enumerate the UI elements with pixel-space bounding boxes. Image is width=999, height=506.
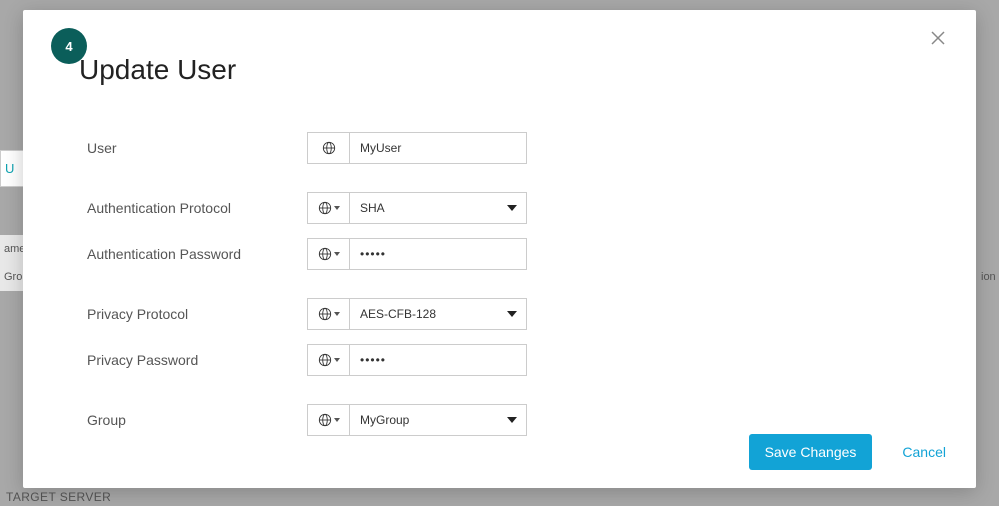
update-user-modal: 4 Update User User Authentication Protoc… (23, 10, 976, 488)
scope-priv-pwd[interactable] (307, 344, 349, 376)
label-priv-proto: Privacy Protocol (87, 306, 307, 322)
background-right: ion (979, 265, 999, 289)
priv-pwd-input[interactable] (349, 344, 527, 376)
row-priv-pwd: Privacy Password (87, 344, 567, 376)
step-badge: 4 (51, 28, 87, 64)
modal-footer: Save Changes Cancel (749, 434, 946, 470)
scope-user (307, 132, 349, 164)
row-user: User (87, 132, 567, 164)
form: User Authentication Protocol SHA (87, 132, 567, 464)
label-auth-pwd: Authentication Password (87, 246, 307, 262)
label-group: Group (87, 412, 307, 428)
label-priv-pwd: Privacy Password (87, 352, 307, 368)
save-button[interactable]: Save Changes (749, 434, 873, 470)
cancel-button[interactable]: Cancel (902, 444, 946, 460)
background-footer: TARGET SERVER (6, 490, 111, 504)
row-priv-proto: Privacy Protocol AES-CFB-128 (87, 298, 567, 330)
scope-group[interactable] (307, 404, 349, 436)
close-button[interactable] (930, 30, 954, 54)
globe-icon (322, 141, 336, 155)
row-auth-pwd: Authentication Password (87, 238, 567, 270)
globe-icon (318, 353, 332, 367)
priv-proto-select[interactable]: AES-CFB-128 (349, 298, 527, 330)
row-group: Group MyGroup (87, 404, 567, 436)
chevron-down-icon (334, 312, 340, 316)
globe-icon (318, 413, 332, 427)
close-icon (930, 30, 946, 46)
scope-priv-proto[interactable] (307, 298, 349, 330)
globe-icon (318, 307, 332, 321)
user-input[interactable] (349, 132, 527, 164)
chevron-down-icon (334, 206, 340, 210)
group-select[interactable]: MyGroup (349, 404, 527, 436)
globe-icon (318, 247, 332, 261)
auth-proto-select[interactable]: SHA (349, 192, 527, 224)
auth-pwd-input[interactable] (349, 238, 527, 270)
row-auth-proto: Authentication Protocol SHA (87, 192, 567, 224)
scope-auth-proto[interactable] (307, 192, 349, 224)
globe-icon (318, 201, 332, 215)
scope-auth-pwd[interactable] (307, 238, 349, 270)
modal-title: Update User (79, 54, 236, 86)
label-user: User (87, 140, 307, 156)
chevron-down-icon (334, 252, 340, 256)
chevron-down-icon (334, 418, 340, 422)
chevron-down-icon (334, 358, 340, 362)
label-auth-proto: Authentication Protocol (87, 200, 307, 216)
